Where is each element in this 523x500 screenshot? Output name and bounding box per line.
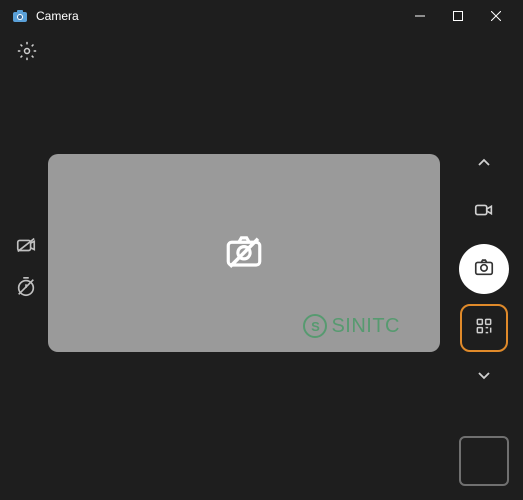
settings-button[interactable] [14,40,40,66]
watermark: S SINITC [303,314,400,338]
gallery-button[interactable] [459,436,509,486]
capture-button[interactable] [459,244,509,294]
mode-down-button[interactable] [469,362,499,392]
left-controls [14,235,38,301]
no-camera-icon [223,230,265,277]
chevron-up-icon [476,155,492,176]
qr-icon [474,316,494,341]
timer-off-icon [15,276,37,303]
right-controls [459,150,509,392]
switch-camera-button[interactable] [14,235,38,259]
close-button[interactable] [477,0,515,32]
timer-button[interactable] [14,277,38,301]
app-icon [12,8,28,24]
mode-up-button[interactable] [469,150,499,180]
video-mode-button[interactable] [462,190,506,234]
watermark-symbol: S [303,314,327,338]
gear-icon [17,41,37,66]
app-title: Camera [36,9,401,23]
maximize-button[interactable] [439,0,477,32]
camera-icon [473,256,495,283]
video-icon [473,199,495,226]
window-controls [401,0,515,32]
switch-camera-off-icon [15,234,37,261]
titlebar: Camera [0,0,523,32]
chevron-down-icon [476,367,492,388]
watermark-text: SINITC [331,315,400,338]
camera-viewport: S SINITC [48,154,440,352]
qr-scan-button[interactable] [460,304,508,352]
minimize-button[interactable] [401,0,439,32]
